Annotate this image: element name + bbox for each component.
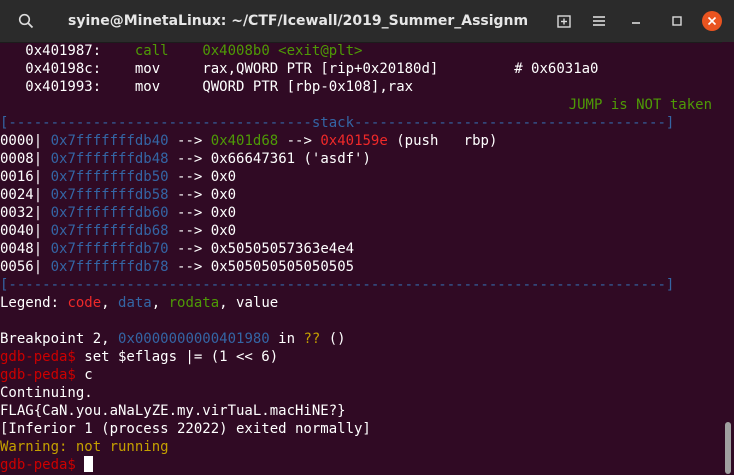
breakpoint-line: Breakpoint 2, 0x0000000000401980 in ?? (… bbox=[0, 331, 346, 347]
code-line: 0x401993: mov QWORD PTR [rbp-0x108],rax bbox=[0, 79, 414, 95]
search-button[interactable] bbox=[6, 0, 46, 42]
code-line: 0x40198c: mov rax,QWORD PTR [rip+0x20180… bbox=[0, 61, 599, 77]
output-line: Continuing. bbox=[0, 385, 93, 401]
stack-row: 0016| 0x7fffffffdb50 --> 0x0 bbox=[0, 169, 237, 185]
minimize-icon bbox=[632, 22, 640, 24]
stack-row: 0056| 0x7fffffffdb78 --> 0x5050505050505… bbox=[0, 259, 355, 275]
command-line: gdb-peda$ set $eflags |= (1 << 6) bbox=[0, 349, 279, 365]
stack-row: 0032| 0x7fffffffdb60 --> 0x0 bbox=[0, 205, 237, 221]
stack-row: 0040| 0x7fffffffdb68 --> 0x0 bbox=[0, 223, 237, 239]
flag-output: FLAG{CaN.you.aNaLyZE.my.virTuaL.macHiNE?… bbox=[0, 403, 346, 419]
legend: Legend: code, data, rodata, value bbox=[0, 295, 279, 311]
stack-row: 0048| 0x7fffffffdb70 --> 0x50505057363e4… bbox=[0, 241, 355, 257]
code-line: 0x401987: call 0x4008b0 <exit@plt> bbox=[0, 43, 363, 59]
stack-row: 0000| 0x7fffffffdb40 --> 0x401d68 --> 0x… bbox=[0, 133, 498, 149]
prompt: gdb-peda$ bbox=[0, 457, 76, 473]
close-button[interactable] bbox=[701, 0, 723, 42]
stack-row: 0008| 0x7fffffffdb48 --> 0x66647361 ('as… bbox=[0, 151, 371, 167]
close-icon bbox=[702, 11, 722, 31]
maximize-button[interactable] bbox=[663, 0, 691, 42]
inferior-status: [Inferior 1 (process 22022) exited norma… bbox=[0, 421, 371, 437]
window-title: syine@MinetaLinux: ~/CTF/Icewall/2019_Su… bbox=[68, 13, 528, 29]
prompt: gdb-peda$ bbox=[0, 367, 76, 383]
new-tab-icon bbox=[557, 15, 571, 28]
menu-button[interactable] bbox=[583, 0, 615, 42]
title-bar: syine@MinetaLinux: ~/CTF/Icewall/2019_Su… bbox=[0, 0, 734, 43]
search-icon bbox=[18, 13, 34, 29]
maximize-icon bbox=[672, 16, 682, 26]
hamburger-menu-icon bbox=[593, 16, 605, 26]
command-line: gdb-peda$ c bbox=[0, 367, 93, 383]
scrollbar[interactable] bbox=[722, 42, 734, 475]
text-cursor bbox=[84, 456, 94, 472]
new-tab-button[interactable] bbox=[548, 0, 580, 42]
active-prompt-line[interactable]: gdb-peda$ bbox=[0, 456, 94, 474]
stack-footer: [---------------------------------------… bbox=[0, 277, 675, 293]
prompt: gdb-peda$ bbox=[0, 349, 76, 365]
stack-header: [------------------------------------sta… bbox=[0, 115, 675, 131]
jump-status: JUMP is NOT taken bbox=[568, 97, 712, 113]
minimize-button[interactable] bbox=[622, 0, 650, 42]
terminal-output[interactable]: 0x401987: call 0x4008b0 <exit@plt> 0x401… bbox=[0, 42, 722, 475]
stack-row: 0024| 0x7fffffffdb58 --> 0x0 bbox=[0, 187, 237, 203]
warning-line: Warning: not running bbox=[0, 439, 169, 455]
scrollbar-thumb[interactable] bbox=[725, 422, 731, 474]
